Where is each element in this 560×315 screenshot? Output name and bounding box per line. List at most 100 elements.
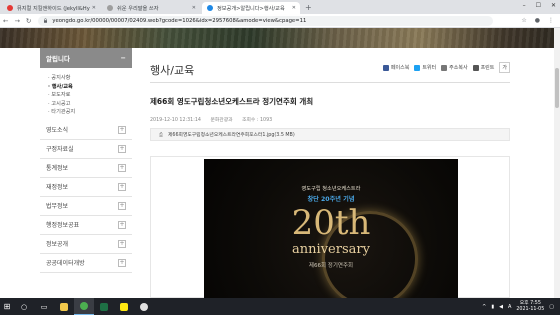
kakaotalk-icon[interactable]: [114, 298, 134, 315]
copy-label: 주소복사: [449, 65, 468, 71]
poster-orchestra-name: 영도구립 청소년오케스트라: [301, 186, 361, 192]
url-text: yeongdo.go.kr/00000/00007/02409.web?gcod…: [52, 17, 307, 24]
lock-icon: [44, 18, 48, 23]
new-tab-button[interactable]: +: [305, 2, 312, 14]
poster-concert-text: 제66회 정기연주회: [308, 263, 354, 269]
facebook-share-button[interactable]: 페이스북: [382, 64, 410, 71]
reload-icon[interactable]: ↻: [26, 17, 31, 25]
expand-icon[interactable]: +: [118, 144, 126, 153]
twitter-label: 트위터: [422, 65, 437, 71]
close-tab-icon[interactable]: ✕: [192, 5, 196, 11]
attachment-link[interactable]: 제66회영도구립청소년오케스트라연주회포스터1.jpg(3.5 MB): [168, 131, 295, 138]
print-icon: [472, 64, 479, 71]
search-icon[interactable]: ○: [14, 298, 34, 315]
title-divider: [150, 82, 510, 83]
expand-icon[interactable]: +: [118, 182, 126, 191]
url-field[interactable]: yeongdo.go.kr/00000/00007/02409.web?gcod…: [38, 15, 494, 26]
post-date: 2019-12-10 12:31:14: [150, 118, 201, 123]
sidebar-item-legal[interactable]: 법무정보 +: [40, 197, 132, 216]
sidebar-item-open-data[interactable]: 공공데이터개방 +: [40, 254, 132, 273]
scrollbar-thumb[interactable]: [555, 68, 559, 108]
chrome-icon[interactable]: [74, 298, 94, 315]
clock-time: 오후 7:55: [519, 300, 541, 306]
tab-favicon-icon: [7, 5, 13, 11]
post-meta: 2019-12-10 12:31:14 문화관광과 조회수 : 1093: [150, 116, 280, 123]
post-body: 영도구립 청소년오케스트라 창단 20주년 기념 20th anniversar…: [150, 156, 510, 299]
expand-icon[interactable]: +: [118, 163, 126, 172]
browser-menu-icon[interactable]: ⋮: [548, 17, 554, 24]
tab-favicon-icon: [107, 5, 113, 11]
taskbar-clock[interactable]: 오후 7:55 2021-11-05: [516, 301, 544, 313]
sidebar-item-finance[interactable]: 재정정보 +: [40, 178, 132, 197]
facebook-label: 페이스북: [390, 65, 410, 71]
back-icon[interactable]: ←: [3, 17, 8, 25]
browser-tab-2[interactable]: 쉬운 우리말을 쓰자 ✕: [102, 2, 200, 14]
sidebar-item-archive[interactable]: 구정자료실 +: [40, 140, 132, 159]
poster-anniversary-text: anniversary: [292, 242, 370, 257]
expand-icon[interactable]: +: [118, 201, 126, 210]
sidebar-item-disclosure-notice[interactable]: 행정정보공표 +: [40, 216, 132, 235]
post-title: 제66회 영도구립청소년오케스트라 정기연주회 개최: [150, 97, 314, 106]
sidebar: 알립니다 − · 공지사항 · 행사/교육 · 보도자료 · 고시공고 · 타기…: [40, 48, 132, 298]
close-tab-icon[interactable]: ✕: [92, 5, 96, 11]
share-toolbar: 페이스북 트위터 주소복사 프린트 가: [382, 62, 510, 73]
attachment-row[interactable]: ⎙ 제66회영도구립청소년오케스트라연주회포스터1.jpg(3.5 MB): [150, 128, 510, 141]
poster-20th-text: 20th: [291, 203, 371, 243]
expand-icon[interactable]: +: [118, 239, 126, 248]
submenu-item-other-agency[interactable]: · 타기관공지: [48, 108, 132, 117]
facebook-icon: [382, 64, 389, 71]
submenu-item-notice[interactable]: · 공지사항: [48, 74, 132, 83]
close-window-button[interactable]: ✕: [551, 2, 556, 9]
tray-chevron-icon[interactable]: ^: [482, 304, 486, 310]
sidebar-header[interactable]: 알립니다 −: [40, 48, 132, 68]
ime-indicator[interactable]: A: [508, 304, 511, 310]
font-size-button[interactable]: 가: [499, 62, 510, 73]
submenu-item-events[interactable]: · 행사/교육: [48, 83, 132, 92]
sidebar-item-label: 통계정보: [46, 165, 69, 172]
network-icon[interactable]: ▮: [491, 304, 494, 310]
close-tab-icon[interactable]: ✕: [292, 5, 296, 11]
maximize-button[interactable]: ☐: [536, 2, 541, 9]
copy-url-button[interactable]: 주소복사: [441, 64, 468, 71]
submenu-item-press[interactable]: · 보도자료: [48, 91, 132, 100]
clock-date: 2021-11-05: [516, 306, 545, 312]
windows-start-icon[interactable]: ⊞: [0, 298, 14, 315]
profile-icon[interactable]: ●: [535, 17, 540, 24]
page-scrollbar[interactable]: [554, 28, 560, 298]
sidebar-item-news[interactable]: 영도소식 +: [40, 121, 132, 140]
twitter-share-button[interactable]: 트위터: [414, 64, 436, 71]
sidebar-item-label: 구정자료실: [46, 146, 74, 153]
tab-title: 정보공개>알립니다>행사/교육: [217, 5, 285, 12]
main-content: 행사/교육 페이스북 트위터 주소복사 프린트 가 제66회 영도구립청소년오케…: [150, 48, 510, 299]
sidebar-item-info-disclosure[interactable]: 정보공개 +: [40, 235, 132, 254]
tab-favicon-icon: [207, 5, 213, 11]
sidebar-item-label: 공공데이터개방: [46, 260, 85, 267]
forward-icon[interactable]: →: [14, 17, 19, 25]
expand-icon[interactable]: +: [118, 220, 126, 229]
print-button[interactable]: 프린트: [472, 64, 494, 71]
minimize-button[interactable]: –: [523, 2, 526, 9]
sidebar-item-label: 정보공개: [46, 241, 69, 248]
excel-icon[interactable]: [94, 298, 114, 315]
expand-icon[interactable]: +: [118, 125, 126, 134]
address-bar-row: ← → ↻ yeongdo.go.kr/00000/00007/02409.we…: [0, 14, 560, 28]
paperclip-icon: ⎙: [159, 131, 164, 138]
file-explorer-icon[interactable]: [54, 298, 74, 315]
post-views: 조회수 : 1093: [242, 118, 273, 123]
sidebar-item-label: 영도소식: [46, 127, 69, 134]
volume-icon[interactable]: ◀: [499, 304, 503, 310]
expand-icon[interactable]: +: [118, 258, 126, 267]
bookmark-star-icon[interactable]: ☆: [521, 17, 526, 24]
collapse-icon[interactable]: −: [121, 54, 126, 62]
notification-icon[interactable]: ▢: [549, 304, 554, 310]
submenu-item-announcement[interactable]: · 고시공고: [48, 100, 132, 109]
sidebar-header-label: 알립니다: [46, 55, 70, 63]
sidebar-item-statistics[interactable]: 통계정보 +: [40, 159, 132, 178]
tab-title: 쉬운 우리말을 쓰자: [117, 5, 159, 12]
paint-icon[interactable]: [134, 298, 154, 315]
post-department: 문화관광과: [210, 118, 233, 123]
system-tray: ^ ▮ ◀ A 오후 7:55 2021-11-05 ▢: [482, 301, 560, 313]
task-view-icon[interactable]: ▭: [34, 298, 54, 315]
browser-tab-1[interactable]: 뮤지컬 지킬앤하이드 (Jekyll&Hy ✕: [2, 2, 100, 14]
browser-tab-3[interactable]: 정보공개>알립니다>행사/교육 ✕: [202, 2, 300, 14]
